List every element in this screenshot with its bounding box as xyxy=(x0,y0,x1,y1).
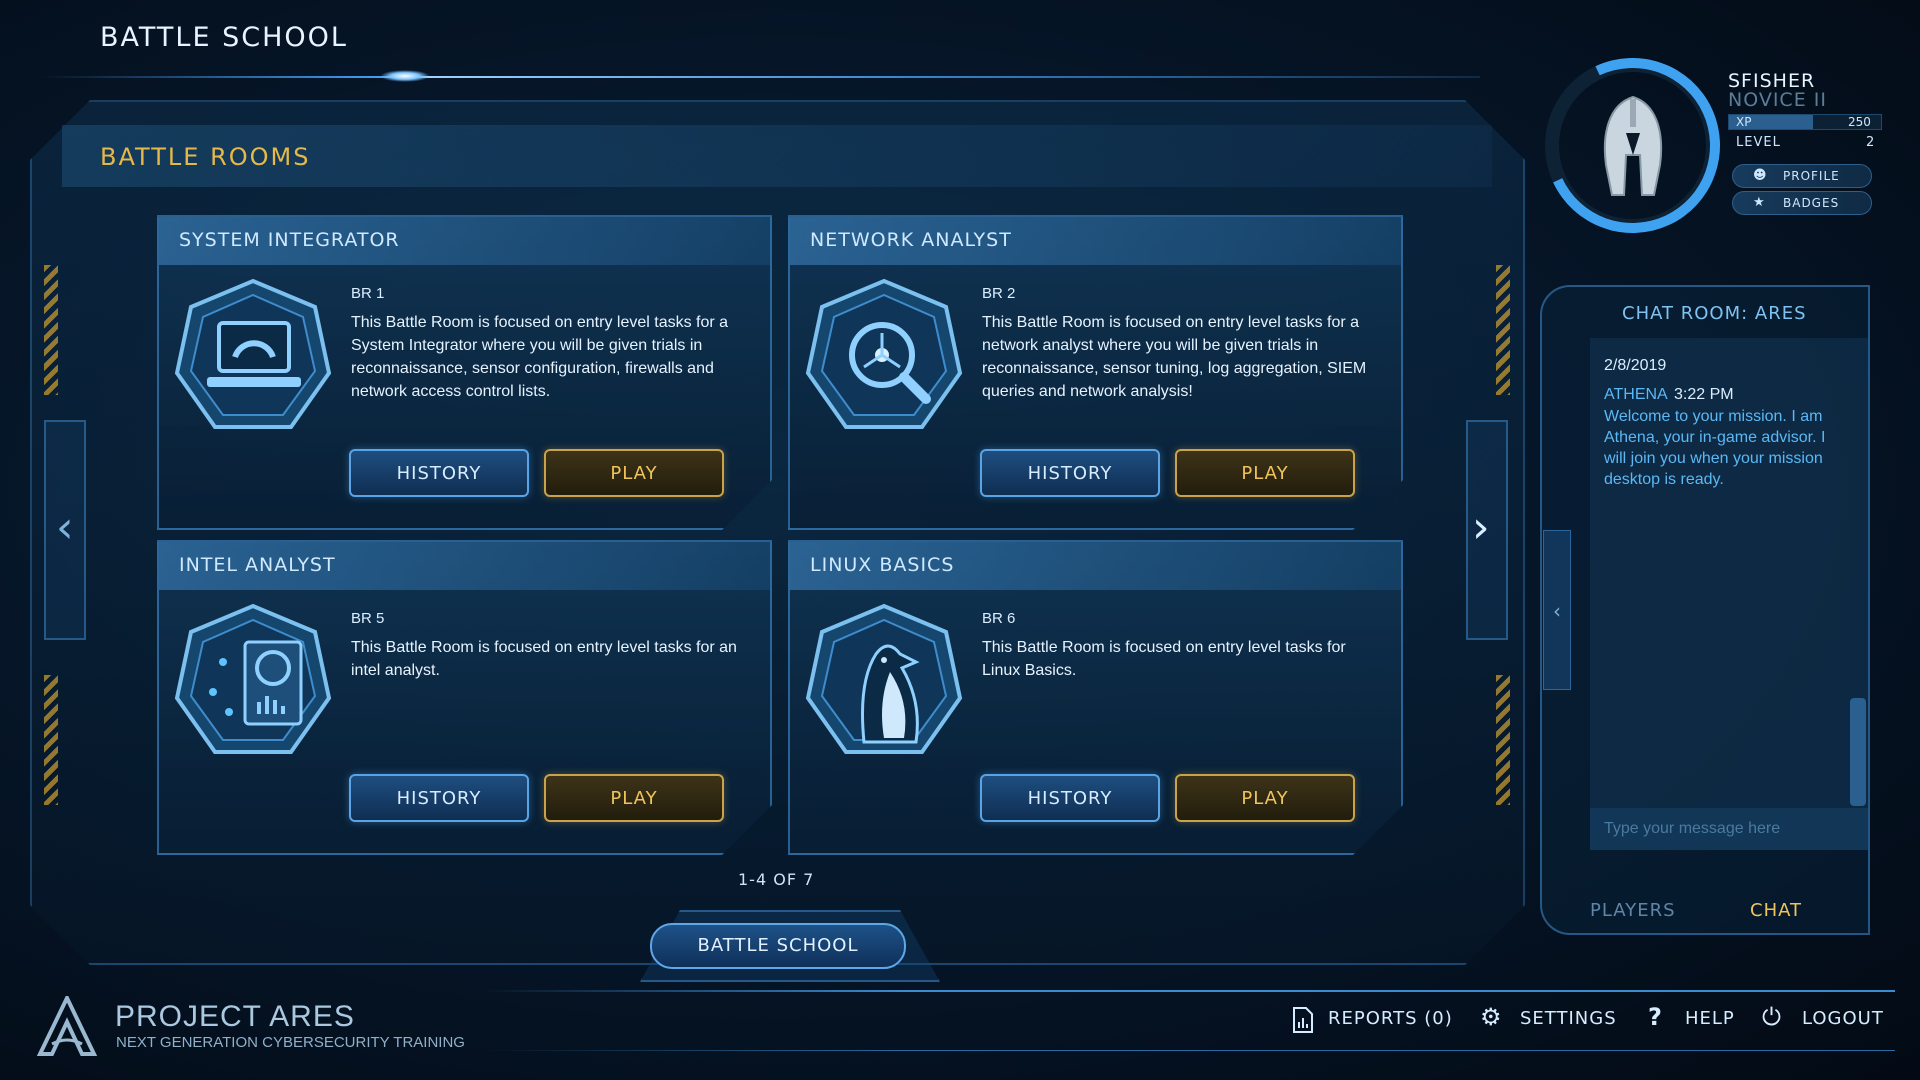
play-button[interactable]: PLAY xyxy=(544,449,724,497)
chat-message-time: 3:22 PM xyxy=(1674,386,1734,403)
gear-icon[interactable]: ⚙ xyxy=(1480,1003,1502,1031)
profile-button[interactable]: ☻ PROFILE xyxy=(1732,164,1872,188)
battle-school-tab[interactable]: BATTLE SCHOOL xyxy=(650,923,906,969)
room-description: This Battle Room is focused on entry lev… xyxy=(351,314,729,400)
level-value: 2 xyxy=(1866,135,1875,150)
settings-link[interactable]: SETTINGS xyxy=(1520,1008,1617,1029)
chat-date: 2/8/2019 xyxy=(1604,357,1667,374)
user-icon: ☻ xyxy=(1753,168,1768,183)
history-button[interactable]: HISTORY xyxy=(980,449,1160,497)
spartan-helmet-icon xyxy=(1603,95,1663,196)
penguin-icon xyxy=(804,602,964,767)
page-header-title: BATTLE SCHOOL xyxy=(100,22,348,53)
star-icon: ★ xyxy=(1753,195,1766,210)
play-button[interactable]: PLAY xyxy=(1175,774,1355,822)
profile-button-label: PROFILE xyxy=(1783,169,1840,183)
play-button[interactable]: PLAY xyxy=(544,774,724,822)
room-description: This Battle Room is focused on entry lev… xyxy=(982,639,1346,679)
history-button[interactable]: HISTORY xyxy=(349,774,529,822)
room-code: BR 1 xyxy=(351,285,385,302)
play-button[interactable]: PLAY xyxy=(1175,449,1355,497)
footer-divider xyxy=(480,990,1895,992)
footer-divider-lower xyxy=(480,1050,1895,1051)
logout-link[interactable]: LOGOUT xyxy=(1802,1008,1884,1029)
badges-button[interactable]: ★ BADGES xyxy=(1732,191,1872,215)
report-icon[interactable] xyxy=(1292,1006,1314,1034)
chat-scrollbar[interactable] xyxy=(1850,698,1866,806)
laptop-gear-icon xyxy=(173,277,333,442)
card-title: LINUX BASICS xyxy=(810,554,955,576)
card-title: NETWORK ANALYST xyxy=(810,229,1012,251)
card-title: SYSTEM INTEGRATOR xyxy=(179,229,400,251)
chat-message-user: ATHENA xyxy=(1604,386,1668,403)
card-title: INTEL ANALYST xyxy=(179,554,336,576)
room-code: BR 6 xyxy=(982,610,1016,627)
tab-chat[interactable]: CHAT xyxy=(1750,900,1802,921)
chat-message-input[interactable] xyxy=(1590,808,1868,850)
battle-room-card: INTEL ANALYST BR 5 This Battle Room is f… xyxy=(157,540,772,855)
battle-room-card: SYSTEM INTEGRATOR BR 1 This Battle Room … xyxy=(157,215,772,530)
hazard-stripes-left-top xyxy=(44,265,58,395)
intel-device-icon xyxy=(173,602,333,767)
hazard-stripes-left-bottom xyxy=(44,675,58,805)
room-code: BR 2 xyxy=(982,285,1016,302)
room-description: This Battle Room is focused on entry lev… xyxy=(982,314,1367,400)
battle-room-card: NETWORK ANALYST BR 2 This Battle Room is… xyxy=(788,215,1403,530)
help-icon[interactable]: ? xyxy=(1648,1003,1662,1031)
hazard-stripes-right-top xyxy=(1496,265,1510,395)
level-label: LEVEL xyxy=(1736,135,1781,150)
reports-link[interactable]: REPORTS (0) xyxy=(1328,1008,1453,1029)
next-page-button[interactable]: › xyxy=(1472,502,1490,553)
project-ares-logo-icon xyxy=(36,996,98,1056)
chat-collapse-button[interactable]: ‹ xyxy=(1543,530,1571,690)
prev-page-button[interactable]: ‹ xyxy=(56,502,74,553)
room-code: BR 5 xyxy=(351,610,385,627)
network-magnifier-icon xyxy=(804,277,964,442)
badges-button-label: BADGES xyxy=(1783,196,1840,210)
section-title: BATTLE ROOMS xyxy=(100,143,311,171)
help-link[interactable]: HELP xyxy=(1685,1008,1735,1029)
brand-name: PROJECT ARES xyxy=(115,1000,355,1033)
xp-label: XP xyxy=(1736,115,1752,129)
pagination-label: 1-4 OF 7 xyxy=(738,870,815,889)
brand-tagline: NEXT GENERATION CYBERSECURITY TRAINING xyxy=(116,1034,465,1051)
xp-value: 250 xyxy=(1848,115,1871,129)
chat-room-title: CHAT ROOM: ARES xyxy=(1622,303,1807,324)
header-divider xyxy=(40,76,1480,78)
history-button[interactable]: HISTORY xyxy=(980,774,1160,822)
room-description: This Battle Room is focused on entry lev… xyxy=(351,639,737,679)
hazard-stripes-right-bottom xyxy=(1496,675,1510,805)
header-glow xyxy=(380,70,430,82)
history-button[interactable]: HISTORY xyxy=(349,449,529,497)
rank-label: NOVICE II xyxy=(1728,89,1827,111)
tab-players[interactable]: PLAYERS xyxy=(1590,900,1676,921)
chat-message-text: Welcome to your mission. I am Athena, yo… xyxy=(1604,408,1826,488)
battle-room-card: LINUX BASICS BR 6 This Battle Room is fo… xyxy=(788,540,1403,855)
power-icon[interactable]: ⏻ xyxy=(1762,1003,1781,1031)
